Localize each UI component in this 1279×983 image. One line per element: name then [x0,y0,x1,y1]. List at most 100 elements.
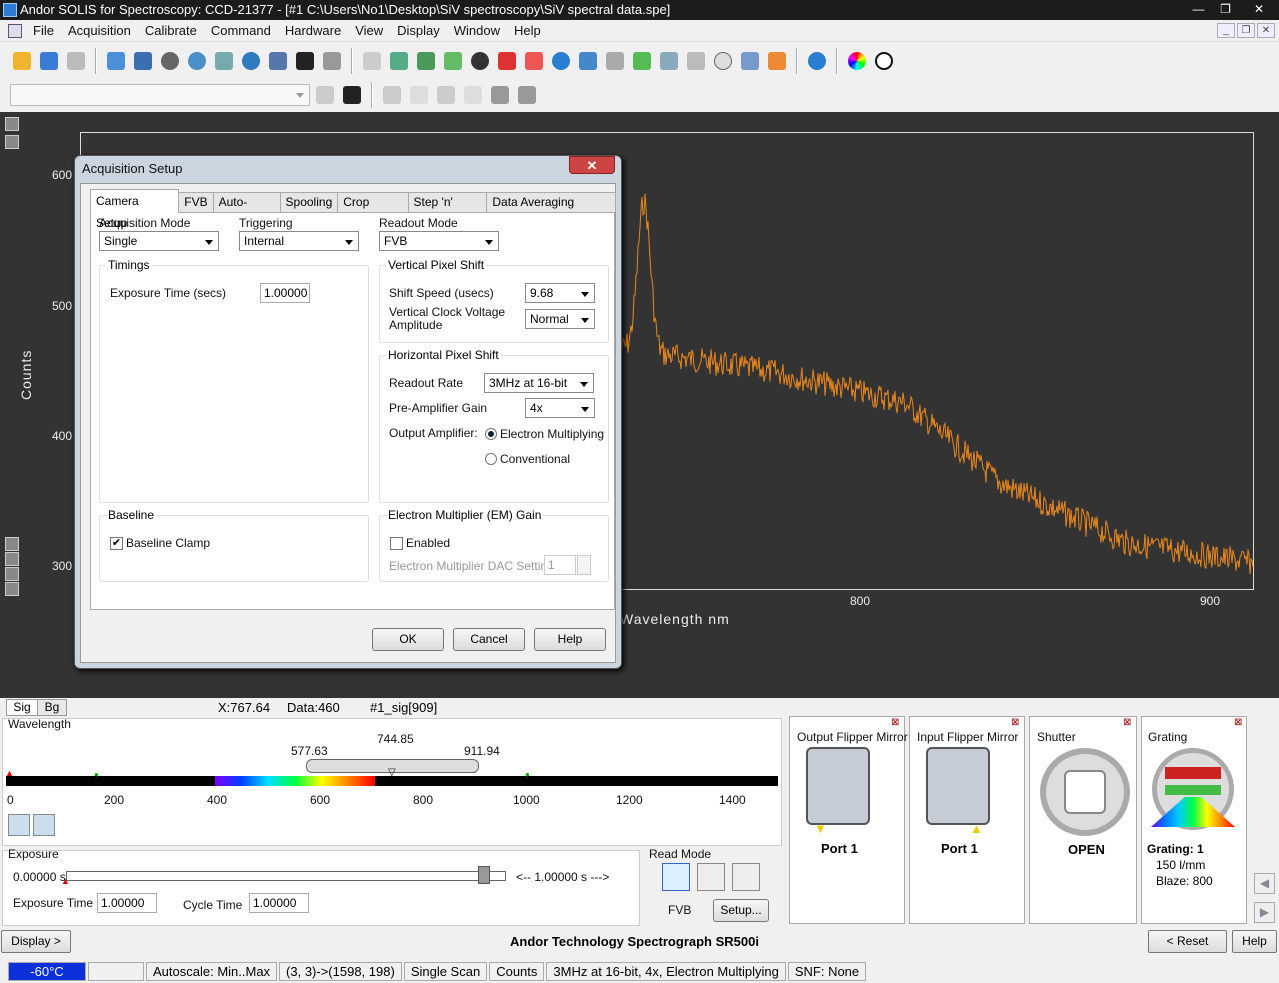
scroll-left-button[interactable]: ◀ [1254,873,1275,894]
close-icon[interactable]: ⊠ [1123,717,1131,728]
histogram-icon[interactable] [495,49,519,73]
tab-crop-mode[interactable]: Crop Mode [337,192,409,228]
fvb-mode-icon[interactable] [662,863,690,891]
close-button[interactable]: ✕ [1239,0,1279,18]
zoom-y-icon[interactable] [414,49,438,73]
grating-icon[interactable] [1151,748,1235,830]
gear-icon[interactable] [185,49,209,73]
dialog-close-button[interactable]: ✕ [569,156,615,174]
document-icon[interactable] [8,23,22,38]
palette-icon[interactable] [845,49,869,73]
bars-icon[interactable] [765,49,789,73]
restore-button[interactable]: ❐ [1212,0,1239,18]
expand-icon[interactable] [5,117,19,131]
close-icon[interactable]: ⊠ [1234,717,1242,728]
ok-button[interactable]: OK [372,628,444,651]
triggering-select[interactable]: Internal [239,231,359,251]
baseline-clamp-checkbox[interactable]: ✔ [110,537,123,550]
menu-command[interactable]: Command [204,23,278,38]
image-mode-icon[interactable] [697,863,725,891]
help-button[interactable]: Help [534,628,606,651]
spectrum-mode-icon[interactable] [8,814,30,836]
tab-camera-setup[interactable]: Camera Setup [90,189,180,230]
binoculars-icon[interactable] [488,83,512,107]
close-icon[interactable]: ⊠ [1011,717,1019,728]
exposure-slider-handle[interactable] [478,866,490,884]
menu-file[interactable]: File [26,23,61,38]
collapse-icon[interactable] [5,135,19,149]
image-icon[interactable] [657,49,681,73]
undo-icon[interactable] [461,83,485,107]
console-icon[interactable] [340,83,364,107]
timer-icon[interactable] [239,49,263,73]
paste-icon[interactable] [434,83,458,107]
footer-help-button[interactable]: Help [1232,930,1277,953]
tab-data-averaging-filters[interactable]: Data Averaging Filters [486,192,616,228]
clock-icon[interactable] [711,49,735,73]
scale-down-icon[interactable] [5,552,19,566]
vertical-clock-select[interactable]: Normal [525,309,595,329]
em-enabled-checkbox[interactable] [390,537,403,550]
overlay-icon[interactable] [630,49,654,73]
help-icon[interactable] [805,49,829,73]
setup-icon[interactable] [212,49,236,73]
camera-icon[interactable] [104,49,128,73]
fit-icon[interactable] [387,49,411,73]
scale-reset-icon[interactable] [5,567,19,581]
abort-icon[interactable] [158,49,182,73]
cancel-button[interactable]: Cancel [453,628,525,651]
em-dac-input[interactable]: 1 [544,555,576,575]
save-icon[interactable] [37,49,61,73]
acquisition-mode-select[interactable]: Single [99,231,219,251]
menu-view[interactable]: View [348,23,390,38]
cut-icon[interactable] [380,83,404,107]
exposure-time-input[interactable]: 1.00000 [260,283,310,303]
tab-spooling[interactable]: Spooling [279,192,339,212]
mdi-close-button[interactable]: ✕ [1257,23,1275,38]
cycle-time-field[interactable]: 1.00000 [249,893,309,913]
video-icon[interactable] [131,49,155,73]
mdi-restore-button[interactable]: ❐ [1237,23,1255,38]
em-dac-spinner[interactable] [577,555,591,575]
scroll-right-button[interactable]: ▶ [1254,902,1275,923]
input-flipper-mirror-icon[interactable] [926,747,990,825]
sig-tab[interactable]: Sig [6,699,38,716]
menu-display[interactable]: Display [390,23,447,38]
shutter-icon[interactable] [1040,748,1130,836]
close-icon[interactable]: ⊠ [891,717,899,728]
output-flipper-mirror-icon[interactable] [806,747,870,825]
readout-mode-select[interactable]: FVB [379,231,499,251]
mdi-minimize-button[interactable]: _ [1217,23,1235,38]
shift-speed-select[interactable]: 9.68 [525,283,595,303]
hash-icon[interactable] [313,83,337,107]
reset-button[interactable]: < Reset [1148,930,1227,953]
scale-up-icon[interactable] [5,537,19,551]
exposure-slider[interactable] [66,871,506,881]
replace-icon[interactable] [515,83,539,107]
zoom-x-icon[interactable] [441,49,465,73]
kinetics-icon[interactable] [266,49,290,73]
info-icon[interactable] [549,49,573,73]
file-selector[interactable] [10,84,310,106]
open-folder-icon[interactable] [10,49,34,73]
multitrack-mode-icon[interactable] [732,863,760,891]
readout-rate-select[interactable]: 3MHz at 16-bit [484,373,594,393]
conventional-radio[interactable] [485,453,497,465]
peaks-icon[interactable] [603,49,627,73]
exposure-time-field[interactable]: 1.00000 [97,893,157,913]
minimize-button[interactable]: — [1185,0,1212,18]
tab-step-n-glue[interactable]: Step 'n' Glue [407,192,488,228]
window-icon[interactable] [360,49,384,73]
copy-icon[interactable] [407,83,431,107]
dual-spectrum-icon[interactable] [33,814,55,836]
print-icon[interactable] [64,49,88,73]
bg-tab[interactable]: Bg [37,699,67,716]
pre-amp-gain-select[interactable]: 4x [525,398,595,418]
scale-fit-icon[interactable] [5,582,19,596]
menu-calibrate[interactable]: Calibrate [138,23,204,38]
check-icon[interactable] [684,49,708,73]
menu-acquisition[interactable]: Acquisition [61,23,138,38]
menu-hardware[interactable]: Hardware [278,23,348,38]
graph-icon[interactable] [576,49,600,73]
display-button[interactable]: Display > [1,930,71,953]
